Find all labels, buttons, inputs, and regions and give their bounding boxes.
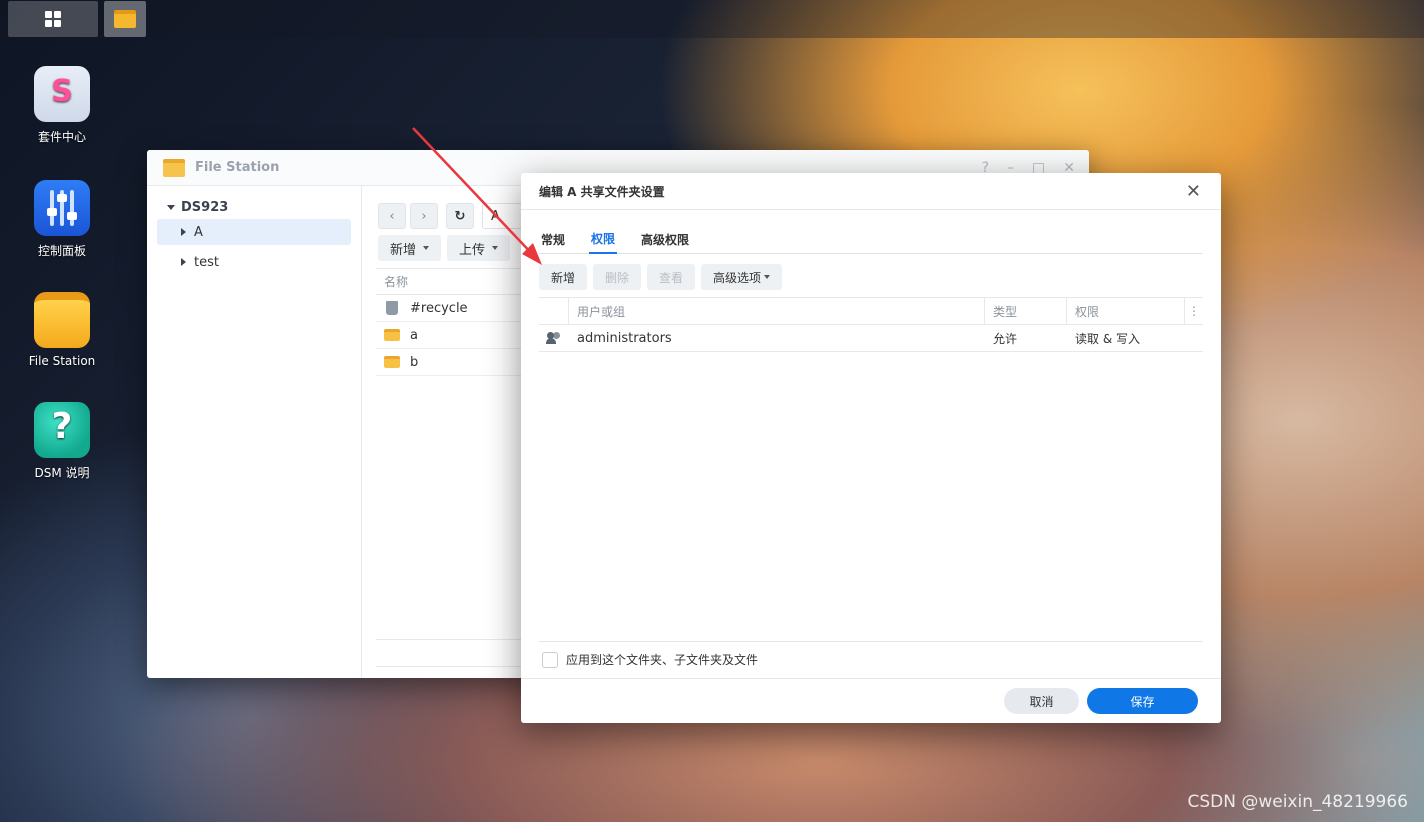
annotation-arrow-icon [412,127,542,265]
watermark: CSDN @weixin_48219966 [1187,792,1408,812]
